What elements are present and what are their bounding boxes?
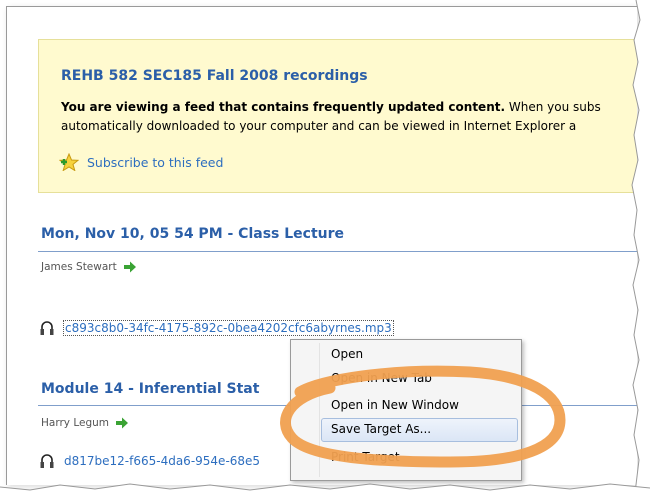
feed-notice-line1: You are viewing a feed that contains fre… (61, 100, 601, 114)
menu-gutter (319, 343, 320, 477)
entry-divider (38, 251, 637, 252)
entry-title-2[interactable]: Module 14 - Inferential Stat (41, 381, 259, 397)
menu-item-print-target[interactable]: Print Target (331, 450, 400, 464)
enclosure-1: c893c8b0-34fc-4175-892c-0bea4202cfc6abyr… (39, 320, 394, 336)
audio-headphones-icon (40, 454, 54, 468)
audio-headphones-icon (40, 321, 54, 335)
subscribe-label[interactable]: Subscribe to this feed (87, 155, 223, 170)
author-name: James Stewart (41, 261, 117, 273)
context-menu: Open Open in New Tab Open in New Window … (290, 339, 522, 481)
entry-author-2: Harry Legum (41, 417, 129, 429)
green-arrow-icon[interactable] (115, 417, 129, 429)
entry-title-1[interactable]: Mon, Nov 10, 05 54 PM - Class Lecture (41, 226, 344, 242)
enclosure-2: d817be12-f665-4da6-954e-68e5 (39, 453, 261, 469)
green-arrow-icon[interactable] (123, 261, 137, 273)
feed-notice-rest: When you subs (505, 100, 601, 114)
author-name: Harry Legum (41, 417, 110, 429)
feed-notice-bold: You are viewing a feed that contains fre… (61, 100, 506, 114)
torn-edge-bottom (0, 483, 650, 493)
star-feed-icon (59, 153, 79, 171)
enclosure-link-1[interactable]: c893c8b0-34fc-4175-892c-0bea4202cfc6abyr… (63, 320, 394, 336)
subscribe-link[interactable]: Subscribe to this feed (59, 153, 223, 171)
torn-edge (631, 0, 650, 493)
feed-notice-line2: automatically downloaded to your compute… (61, 119, 577, 133)
feed-title: REHB 582 SEC185 Fall 2008 recordings (61, 68, 368, 84)
menu-item-open[interactable]: Open (331, 347, 363, 361)
enclosure-link-2[interactable]: d817be12-f665-4da6-954e-68e5 (63, 454, 261, 468)
menu-item-open-new-tab[interactable]: Open in New Tab (331, 371, 432, 385)
feed-info-banner: REHB 582 SEC185 Fall 2008 recordings You… (38, 39, 637, 193)
menu-item-save-target-as[interactable]: Save Target As... (331, 422, 431, 436)
menu-item-open-new-window[interactable]: Open in New Window (331, 398, 459, 412)
entry-author-1: James Stewart (41, 261, 137, 273)
